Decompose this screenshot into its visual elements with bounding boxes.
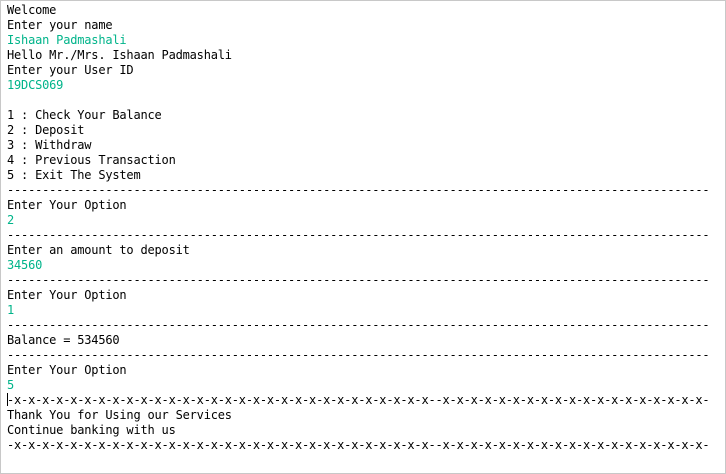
line-text: -x-x-x-x-x-x-x-x-x-x-x-x-x-x-x-x-x-x-x-x… [7,393,710,407]
line-text: Hello Mr./Mrs. Ishaan Padmashali [7,48,232,62]
output-line: Enter Your Option [7,363,725,378]
line-text: Enter your name [7,18,113,32]
line-text: 1 : Check Your Balance [7,108,162,122]
line-text: Ishaan Padmashali [7,33,127,47]
line-text: ----------------------------------------… [7,318,710,332]
separator-line: ----------------------------------------… [7,228,725,243]
line-text: Enter your User ID [7,63,134,77]
user-input-line: 1 [7,303,725,318]
line-text: 5 : Exit The System [7,168,141,182]
output-line: 5 : Exit The System [7,168,725,183]
line-text: Enter Your Option [7,198,127,212]
line-text: 2 [7,213,15,227]
output-line: 1 : Check Your Balance [7,108,725,123]
user-input-line: Ishaan Padmashali [7,33,725,48]
line-text: 2 : Deposit [7,123,85,137]
console-output-panel[interactable]: Welcome Enter your name Ishaan Padmashali H… [0,0,726,474]
decorative-separator-line: -x-x-x-x-x-x-x-x-x-x-x-x-x-x-x-x-x-x-x-x… [7,438,725,453]
line-text: ----------------------------------------… [7,183,710,197]
line-text: Balance = 534560 [7,333,120,347]
output-line: Enter your name [7,18,725,33]
output-line: 3 : Withdraw [7,138,725,153]
output-line: Continue banking with us [7,423,725,438]
line-text: ----------------------------------------… [7,228,710,242]
line-text: Enter Your Option [7,363,127,377]
user-input-line: 19DCS069 [7,78,725,93]
line-text: 3 : Withdraw [7,138,92,152]
separator-line: ----------------------------------------… [7,348,725,363]
line-text: Enter an amount to deposit [7,243,190,257]
output-line: Enter Your Option [7,198,725,213]
user-input-line: 5 [7,378,725,393]
separator-line: ----------------------------------------… [7,183,725,198]
line-text: Welcome [7,3,57,17]
output-line: Enter Your Option [7,288,725,303]
separator-line: ----------------------------------------… [7,273,725,288]
line-text: 34560 [7,258,43,272]
line-text: 19DCS069 [7,78,64,92]
output-line: Thank You for Using our Services [7,408,725,423]
line-text: Enter Your Option [7,288,127,302]
output-line: Enter an amount to deposit [7,243,725,258]
line-text: 5 [7,378,15,392]
line-text: ----------------------------------------… [7,273,710,287]
output-line: Hello Mr./Mrs. Ishaan Padmashali [7,48,725,63]
separator-line: ----------------------------------------… [7,318,725,333]
line-text: Continue banking with us [7,423,176,437]
line-text: ----------------------------------------… [7,348,710,362]
line-text: Thank You for Using our Services [7,408,232,422]
user-input-line: 2 [7,213,725,228]
output-line: 2 : Deposit [7,123,725,138]
line-text: -x-x-x-x-x-x-x-x-x-x-x-x-x-x-x-x-x-x-x-x… [7,438,710,452]
console-lines: Welcome Enter your name Ishaan Padmashali H… [7,3,725,453]
output-line: Enter your User ID [7,63,725,78]
line-text: 1 [7,303,15,317]
line-text: 4 : Previous Transaction [7,153,176,167]
user-input-line: 34560 [7,258,725,273]
output-line: 4 : Previous Transaction [7,153,725,168]
output-line: Balance = 534560 [7,333,725,348]
output-line: Welcome [7,3,725,18]
decorative-separator-line: -x-x-x-x-x-x-x-x-x-x-x-x-x-x-x-x-x-x-x-x… [7,393,725,408]
